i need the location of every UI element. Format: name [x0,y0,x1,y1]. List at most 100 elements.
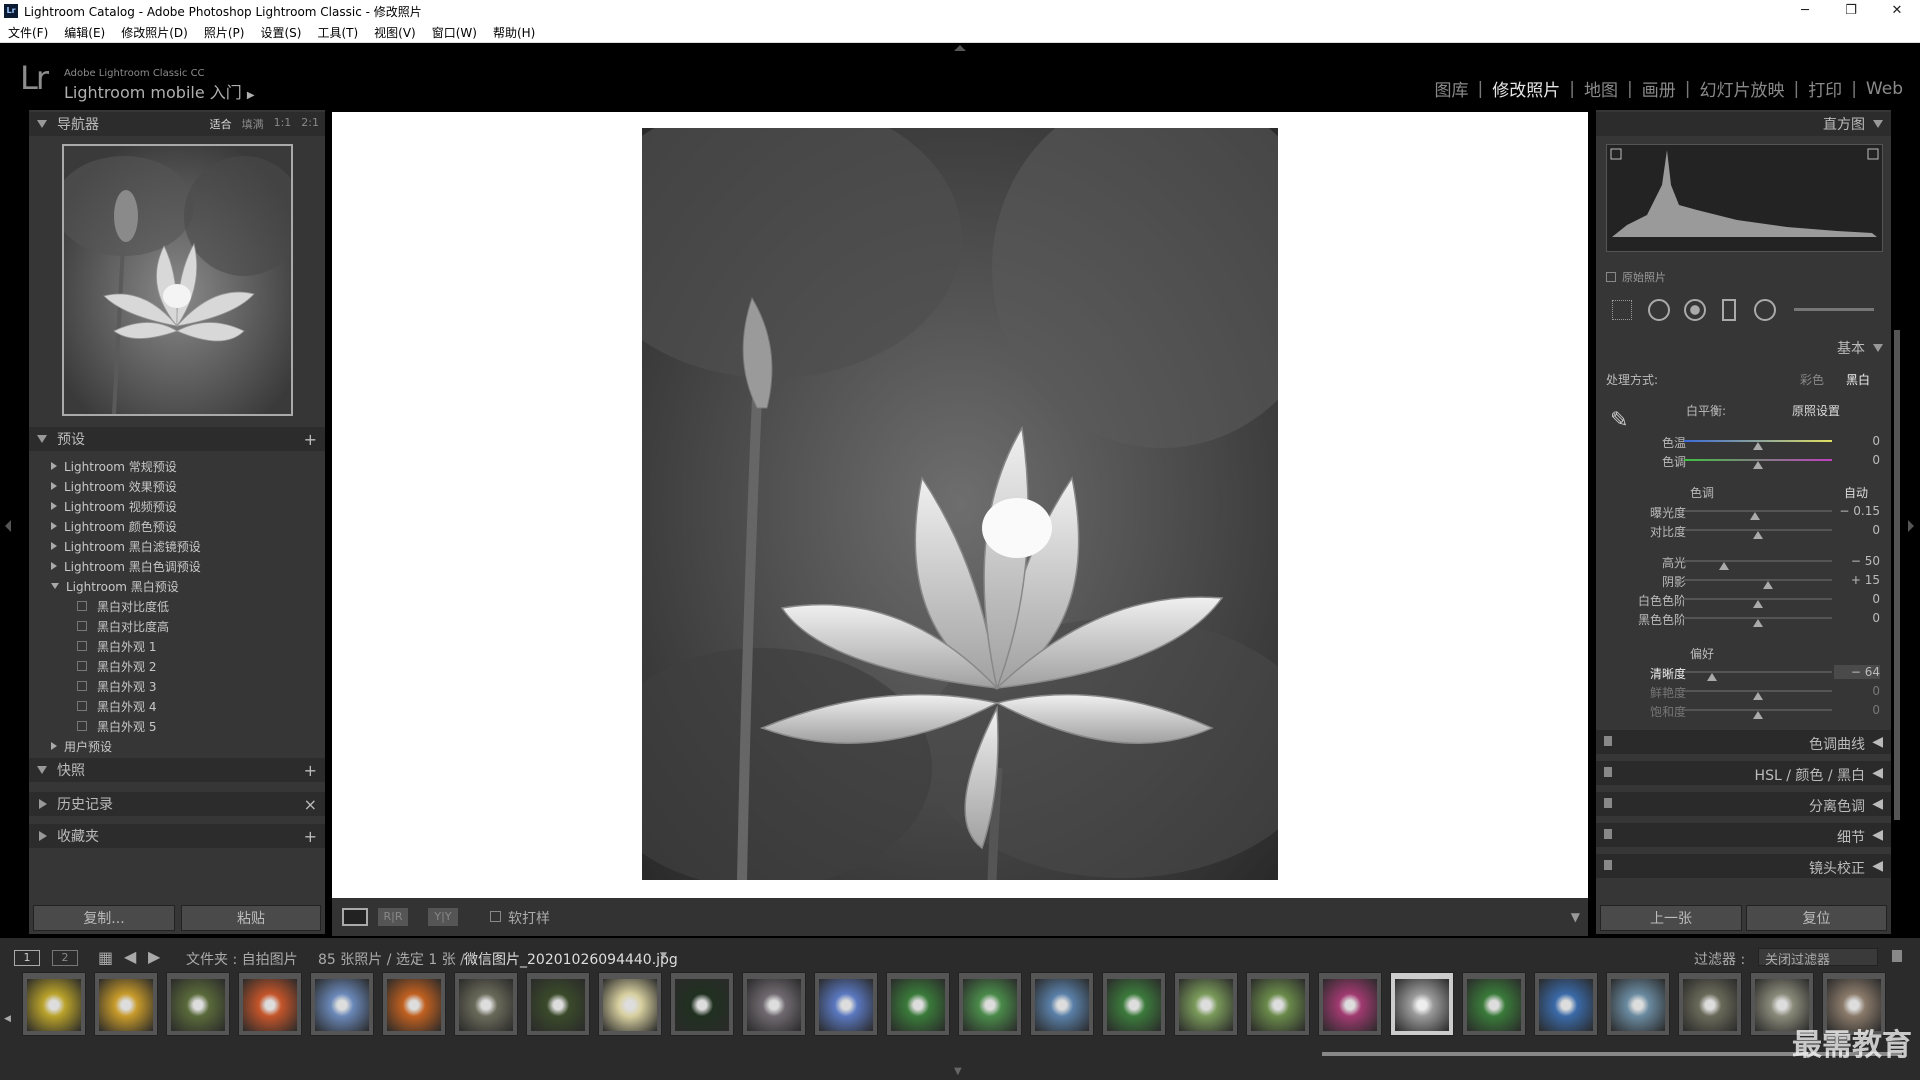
filmstrip-left-icon[interactable]: ◀ [4,1014,11,1024]
menu-help[interactable]: 帮助(H) [485,24,543,41]
spot-removal-icon[interactable] [1648,299,1670,321]
back-arrow-icon[interactable]: ◀ [124,947,136,966]
filmstrip-thumbnail[interactable] [1678,972,1742,1036]
preset-folder[interactable]: Lightroom 黑白色调预设 [29,556,325,576]
zoom-1-1[interactable]: 1:1 [274,116,292,132]
filmstrip-thumbnail[interactable] [1030,972,1094,1036]
snapshots-header[interactable]: 快照 + [29,758,325,782]
filmstrip-thumbnail[interactable] [1174,972,1238,1036]
module-web[interactable]: Web [1857,79,1912,99]
add-collection-icon[interactable]: + [304,827,317,846]
slider-exposure[interactable]: 曝光度 − 0.15 [1596,504,1891,520]
adjustment-brush-icon[interactable] [1794,308,1874,311]
loupe-view-button[interactable] [342,908,368,926]
menu-file[interactable]: 文件(F) [0,24,56,41]
slider-vibrance[interactable]: 鲜艳度 0 [1596,684,1891,700]
bottom-panel-toggle[interactable]: ▼ [954,1066,962,1077]
menu-settings[interactable]: 设置(S) [252,24,309,41]
graduated-filter-icon[interactable] [1722,299,1736,321]
filmstrip-thumbnail[interactable] [238,972,302,1036]
module-book[interactable]: 画册 [1633,76,1685,101]
before-after-tb-button[interactable]: Y|Y [428,908,458,926]
module-develop[interactable]: 修改照片 [1483,76,1569,101]
preset-folder[interactable]: Lightroom 黑白滤镜预设 [29,536,325,556]
top-panel-toggle[interactable] [954,45,966,51]
menu-photo[interactable]: 照片(P) [196,24,253,41]
menu-tools[interactable]: 工具(T) [309,24,366,41]
filter-dropdown[interactable]: 关闭过滤器 [1758,948,1878,968]
clear-history-icon[interactable]: × [304,795,317,814]
history-header[interactable]: 历史记录 × [29,792,325,816]
page-1-button[interactable]: 1 [14,950,40,966]
filmstrip-thumbnail[interactable] [1318,972,1382,1036]
slider-highlights[interactable]: 高光 − 50 [1596,554,1891,570]
filmstrip-thumbnail[interactable] [1534,972,1598,1036]
filmstrip-thumbnail[interactable] [670,972,734,1036]
filmstrip-thumbnail[interactable] [166,972,230,1036]
preset-item[interactable]: 黑白外观 1 [29,636,325,656]
panel-tone-curve[interactable]: 色调曲线 ◀ [1596,730,1891,754]
zoom-fill[interactable]: 填满 [242,116,264,132]
basic-header[interactable]: 基本 [1596,336,1891,360]
preset-folder[interactable]: 用户预设 [29,736,325,756]
navigator-header[interactable]: 导航器 适合 填满 1:1 2:1 [29,112,325,136]
slider-blacks[interactable]: 黑色色阶 0 [1596,611,1891,627]
photo-canvas[interactable] [332,88,1588,898]
treatment-color[interactable]: 彩色 [1800,371,1824,388]
slider-whites[interactable]: 白色色阶 0 [1596,592,1891,608]
forward-arrow-icon[interactable]: ▶ [148,947,160,966]
filmstrip-thumbnail[interactable] [526,972,590,1036]
histogram-header[interactable]: 直方图 [1596,112,1891,136]
panel-detail[interactable]: 细节 ◀ [1596,823,1891,847]
menu-develop[interactable]: 修改照片(D) [113,24,196,41]
filmstrip-thumbnail[interactable] [94,972,158,1036]
panel-split-toning[interactable]: 分离色调 ◀ [1596,792,1891,816]
wb-dropdown[interactable]: 原照设置 [1792,402,1840,419]
brand-mobile-link[interactable]: Lightroom mobile 入门 ▶ [64,79,255,103]
filmstrip-thumbnail[interactable] [1246,972,1310,1036]
slider-shadows[interactable]: 阴影 + 15 [1596,573,1891,589]
preset-folder[interactable]: Lightroom 常规预设 [29,456,325,476]
previous-button[interactable]: 上一张 [1600,905,1742,931]
filmstrip-thumbnail[interactable] [886,972,950,1036]
filmstrip-thumbnail[interactable] [310,972,374,1036]
slider-tint[interactable]: 色调 0 [1596,453,1891,469]
filmstrip-thumbnail[interactable] [1390,972,1454,1036]
preset-item[interactable]: 黑白外观 4 [29,696,325,716]
preset-folder-open[interactable]: Lightroom 黑白预设 [29,576,325,596]
preset-folder[interactable]: Lightroom 视频预设 [29,496,325,516]
close-button[interactable]: ✕ [1874,0,1920,22]
slider-contrast[interactable]: 对比度 0 [1596,523,1891,539]
preset-folder[interactable]: Lightroom 效果预设 [29,476,325,496]
grid-view-icon[interactable]: ▦ [98,948,113,967]
before-after-lr-button[interactable]: R|R [378,908,408,926]
filmstrip-thumbnail[interactable] [454,972,518,1036]
module-slideshow[interactable]: 幻灯片放映 [1690,76,1793,101]
treatment-bw[interactable]: 黑白 [1846,371,1870,388]
filmstrip-thumbnail[interactable] [814,972,878,1036]
module-print[interactable]: 打印 [1799,76,1851,101]
current-filename[interactable]: 微信图片_20201026094440.jpg [464,949,678,969]
preset-item[interactable]: 黑白对比度高 [29,616,325,636]
preset-folder[interactable]: Lightroom 颜色预设 [29,516,325,536]
tone-auto-button[interactable]: 自动 [1844,484,1868,501]
radial-filter-icon[interactable] [1754,299,1776,321]
maximize-button[interactable]: ❐ [1828,0,1874,22]
add-snapshot-icon[interactable]: + [304,761,317,780]
slider-temp[interactable]: 色温 0 [1596,434,1891,450]
zoom-2-1[interactable]: 2:1 [301,116,319,132]
crop-tool-icon[interactable] [1612,300,1632,320]
original-photo-checkbox[interactable] [1606,272,1616,282]
preset-item[interactable]: 黑白外观 5 [29,716,325,736]
filmstrip-thumbnail[interactable] [1606,972,1670,1036]
copy-settings-button[interactable]: 复制... [33,905,175,931]
menu-view[interactable]: 视图(V) [366,24,424,41]
toolbar-menu-icon[interactable]: ▼ [1571,910,1580,924]
wb-eyedropper-icon[interactable]: ✎ [1610,408,1628,433]
page-2-button[interactable]: 2 [52,950,78,966]
slider-saturation[interactable]: 饱和度 0 [1596,703,1891,719]
navigator-preview[interactable] [54,144,304,416]
reset-button[interactable]: 复位 [1746,905,1887,931]
menu-edit[interactable]: 编辑(E) [56,24,113,41]
panel-lens-corrections[interactable]: 镜头校正 ◀ [1596,854,1891,878]
